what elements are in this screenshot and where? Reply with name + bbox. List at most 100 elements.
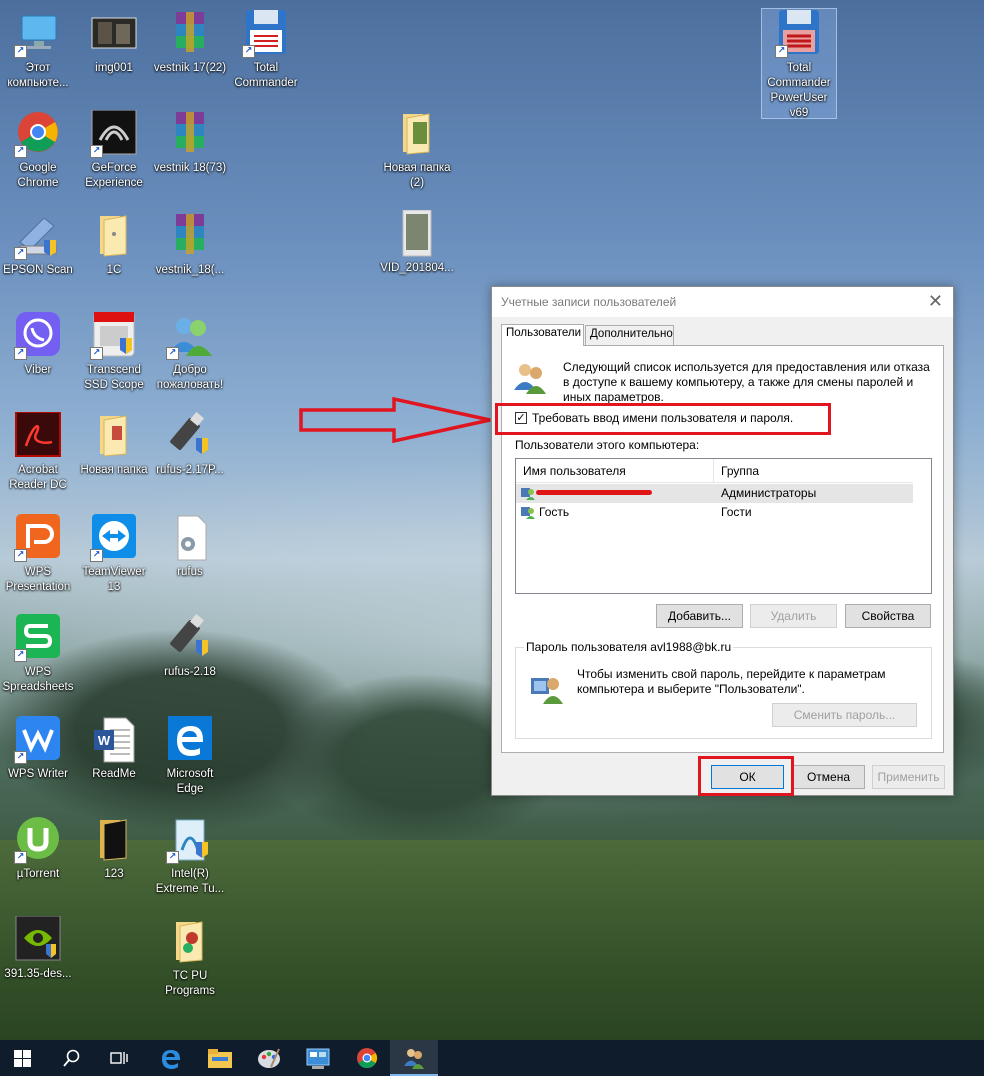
desktop-icon-wps-spreadsheets[interactable]: ↗ WPS Spreadsheets: [0, 614, 76, 695]
tab-users[interactable]: Пользователи: [501, 324, 584, 346]
taskbar-active-app[interactable]: [390, 1040, 438, 1076]
change-password-button[interactable]: Сменить пароль...: [772, 703, 917, 727]
table-row[interactable]: Гость Гости: [516, 503, 913, 522]
rar-archive-icon: [166, 10, 214, 58]
icon-label: Intel(R) Extreme Tu...: [155, 868, 225, 895]
tab-advanced[interactable]: Дополнительно: [585, 325, 674, 345]
annotation-box-ok: [698, 756, 794, 796]
desktop-icon-intel-xtu[interactable]: ↗ Intel(R) Extreme Tu...: [152, 816, 228, 897]
properties-button[interactable]: Свойства: [845, 604, 931, 628]
desktop-icon-rufus[interactable]: rufus: [152, 514, 228, 580]
desktop-icon-123[interactable]: 123: [76, 816, 152, 882]
desktop-icon-acrobat[interactable]: Acrobat Reader DC: [0, 411, 76, 493]
password-group: Пароль пользователя avl1988@bk.ru Чтобы …: [515, 640, 932, 739]
user-password-icon: [529, 670, 563, 704]
desktop-icon-total-commander[interactable]: ↗ Total Commander: [228, 10, 304, 91]
utorrent-icon: ↗: [14, 816, 62, 864]
icon-label: WPS Spreadsheets: [2, 666, 74, 693]
explorer-icon[interactable]: [208, 1049, 232, 1073]
desktop-icon-new-folder[interactable]: Новая папка: [76, 412, 152, 478]
desktop-icon-new-folder-2[interactable]: Новая папка (2): [379, 110, 455, 191]
column-header-username[interactable]: Имя пользователя: [523, 464, 626, 478]
users-icon: [403, 1047, 425, 1073]
icon-label: vestnik 17(22): [153, 62, 227, 74]
desktop-icon-chrome[interactable]: ↗ Google Chrome: [0, 110, 76, 191]
cancel-button[interactable]: Отмена: [792, 765, 865, 789]
dialog-title: Учетные записи пользователей: [501, 295, 677, 309]
desktop-icon-welcome[interactable]: ↗ Добро пожаловать!: [152, 312, 228, 393]
desktop-icon-video-file[interactable]: VID_201804...: [379, 209, 455, 276]
icon-label: Total Commander: [234, 62, 298, 89]
desktop-icon-wps-writer[interactable]: ↗ WPS Writer: [0, 716, 76, 782]
task-view-icon[interactable]: [110, 1050, 128, 1070]
desktop-icon-epson-scan[interactable]: ↗ EPSON Scan: [0, 212, 76, 278]
icon-label: WPS Presentation: [5, 566, 71, 593]
acrobat-icon: [14, 411, 62, 460]
paint-icon[interactable]: [257, 1047, 281, 1073]
computer-icon: ↗: [14, 10, 62, 58]
desktop-icon-vestnik-17[interactable]: vestnik 17(22): [152, 10, 228, 76]
icon-label: WPS Writer: [8, 768, 68, 780]
user-group: Администраторы: [721, 486, 817, 500]
apply-button[interactable]: Применить: [872, 765, 945, 789]
user-accounts-dialog: Учетные записи пользователей ✕ Пользоват…: [491, 286, 954, 796]
column-separator[interactable]: [713, 459, 714, 483]
icon-label: Добро пожаловать!: [156, 364, 224, 391]
desktop-icon-geforce[interactable]: ↗ GeForce Experience: [76, 109, 152, 191]
user-icon: [521, 505, 535, 519]
desktop-icon-img001[interactable]: img001: [76, 10, 152, 76]
icon-label: img001: [95, 62, 133, 74]
icon-label: Этот компьюте...: [7, 62, 69, 89]
viber-icon: ↗: [14, 312, 62, 360]
desktop-icon-1c[interactable]: 1C: [76, 212, 152, 278]
image-file-icon: [90, 10, 138, 58]
desktop-icon-rufus-218[interactable]: rufus-2.18: [152, 613, 228, 680]
password-group-caption: Пароль пользователя avl1988@bk.ru: [524, 640, 734, 654]
rar-archive-icon: [166, 110, 214, 158]
icon-label: GeForce Experience: [85, 162, 143, 189]
icon-label: Transcend SSD Scope: [84, 364, 144, 391]
desktop-icon-readme[interactable]: W ReadMe: [76, 716, 152, 782]
desktop-icon-edge[interactable]: Microsoft Edge: [152, 716, 228, 797]
desktop-icon-wps-presentation[interactable]: ↗ WPS Presentation: [0, 514, 76, 595]
desktop-icon-tc-pu-programs[interactable]: TC PU Programs: [152, 918, 228, 999]
nvidia-installer-icon: [14, 915, 62, 964]
icon-label: vestnik 18(73): [153, 162, 227, 174]
icon-label: EPSON Scan: [3, 264, 73, 276]
chrome-icon[interactable]: [356, 1047, 378, 1073]
desktop-icon-utorrent[interactable]: ↗ µTorrent: [0, 816, 76, 882]
control-panel-icon[interactable]: [306, 1048, 330, 1074]
user-group: Гости: [721, 505, 752, 519]
edge-icon[interactable]: [160, 1048, 182, 1074]
teamviewer-icon: ↗: [90, 514, 138, 562]
icon-label: rufus-2.17P...: [156, 464, 224, 476]
remove-user-button[interactable]: Удалить: [750, 604, 837, 628]
floppy-disk-icon: ↗: [775, 10, 823, 58]
desktop-icon-teamviewer[interactable]: ↗ TeamViewer 13: [76, 514, 152, 595]
close-icon[interactable]: ✕: [928, 291, 943, 312]
desktop-icon-viber[interactable]: ↗ Viber: [0, 312, 76, 378]
annotation-arrow-icon: [299, 396, 491, 444]
users-list[interactable]: Имя пользователя Группа Администраторы Г…: [515, 458, 932, 594]
icon-label: Microsoft Edge: [166, 768, 214, 795]
intel-xtu-icon: ↗: [166, 816, 214, 864]
search-icon[interactable]: [63, 1049, 81, 1071]
start-icon[interactable]: [14, 1050, 31, 1071]
desktop-icon-vestnik-18b[interactable]: vestnik_18(...: [152, 212, 228, 278]
add-user-button[interactable]: Добавить...: [656, 604, 743, 628]
desktop-icon-nvidia-driver[interactable]: 391.35-des...: [0, 915, 76, 982]
wps-writer-icon: ↗: [14, 716, 62, 764]
users-icon: ↗: [166, 312, 214, 360]
desktop-icon-this-pc[interactable]: ↗ Этот компьюте...: [0, 10, 76, 91]
icon-label: TC PU Programs: [165, 970, 215, 997]
desktop-icon-vestnik-18[interactable]: vestnik 18(73): [152, 110, 228, 176]
desktop-icon-rufus-217[interactable]: rufus-2.17P...: [152, 411, 228, 478]
column-header-group[interactable]: Группа: [721, 464, 759, 478]
folder-icon: [90, 412, 138, 460]
dialog-titlebar[interactable]: Учетные записи пользователей ✕: [492, 287, 953, 317]
desktop-icon-tc-poweruser[interactable]: ↗ Total Commander PowerUser v69: [761, 8, 837, 119]
password-info-text: Чтобы изменить свой пароль, перейдите к …: [577, 667, 886, 696]
desktop-icon-transcend[interactable]: ↗ Transcend SSD Scope: [76, 311, 152, 393]
table-row[interactable]: Администраторы: [516, 484, 913, 503]
icon-label: Google Chrome: [17, 162, 59, 189]
